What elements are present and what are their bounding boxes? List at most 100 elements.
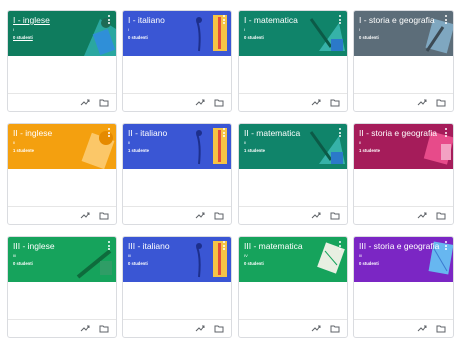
class-title[interactable]: II - inglese <box>13 128 98 138</box>
card-banner[interactable]: II - italiano II 1 studente <box>123 124 231 169</box>
trending-up-icon[interactable] <box>311 211 321 220</box>
trending-up-icon[interactable] <box>80 211 90 220</box>
card-banner[interactable]: I - italiano I 0 studenti <box>123 11 231 56</box>
card-banner[interactable]: II - matematica II 1 studente <box>239 124 347 169</box>
trending-up-icon[interactable] <box>417 98 427 107</box>
folder-icon[interactable] <box>214 324 224 333</box>
class-title[interactable]: III - storia e geografia <box>359 241 439 251</box>
more-vert-icon[interactable] <box>444 241 448 251</box>
card-footer <box>123 206 231 224</box>
card-footer <box>8 319 116 337</box>
more-vert-icon[interactable] <box>338 241 342 251</box>
class-card[interactable]: I - matematica I 0 studenti <box>238 10 348 112</box>
trending-up-icon[interactable] <box>195 211 205 220</box>
more-vert-icon[interactable] <box>444 128 448 138</box>
trending-up-icon[interactable] <box>417 324 427 333</box>
more-vert-icon[interactable] <box>107 241 111 251</box>
card-banner[interactable]: III - storia e geografia III 0 studenti <box>354 237 453 282</box>
class-title[interactable]: I - italiano <box>128 15 213 25</box>
student-count: 0 studenti <box>128 35 148 40</box>
class-card[interactable]: I - italiano I 0 studenti <box>122 10 232 112</box>
student-count: 1 studente <box>128 148 149 153</box>
class-card[interactable]: III - matematica IV 0 studenti <box>238 236 348 338</box>
card-footer <box>123 93 231 111</box>
card-footer <box>354 319 453 337</box>
student-count: 0 studenti <box>359 35 379 40</box>
class-section: I <box>244 27 246 32</box>
card-banner[interactable]: III - inglese III 0 studenti <box>8 237 116 282</box>
card-footer <box>354 206 453 224</box>
class-section: I <box>128 27 130 32</box>
trending-up-icon[interactable] <box>80 324 90 333</box>
class-section: III <box>359 253 363 258</box>
card-footer <box>239 319 347 337</box>
class-section: II <box>128 140 131 145</box>
card-footer <box>239 93 347 111</box>
class-title[interactable]: I - matematica <box>244 15 329 25</box>
folder-icon[interactable] <box>99 324 109 333</box>
more-vert-icon[interactable] <box>107 15 111 25</box>
card-banner[interactable]: III - italiano III 0 studenti <box>123 237 231 282</box>
class-card[interactable]: I - inglese I 0 studenti <box>7 10 117 112</box>
class-card[interactable]: III - italiano III 0 studenti <box>122 236 232 338</box>
more-vert-icon[interactable] <box>338 15 342 25</box>
trending-up-icon[interactable] <box>80 98 90 107</box>
student-count: 0 studenti <box>13 35 33 40</box>
class-section: II <box>244 140 247 145</box>
folder-icon[interactable] <box>214 98 224 107</box>
class-card[interactable]: II - inglese II 1 studente <box>7 123 117 225</box>
class-section: III <box>128 253 132 258</box>
trending-up-icon[interactable] <box>311 98 321 107</box>
folder-icon[interactable] <box>436 324 446 333</box>
folder-icon[interactable] <box>99 211 109 220</box>
folder-icon[interactable] <box>330 211 340 220</box>
folder-icon[interactable] <box>99 98 109 107</box>
student-count: 0 studenti <box>244 35 264 40</box>
student-count: 1 studente <box>13 148 34 153</box>
class-title[interactable]: III - matematica <box>244 241 329 251</box>
card-banner[interactable]: II - inglese II 1 studente <box>8 124 116 169</box>
more-vert-icon[interactable] <box>444 15 448 25</box>
more-vert-icon[interactable] <box>222 15 226 25</box>
class-card[interactable]: II - storia e geografia II 1 studente <box>353 123 454 225</box>
card-banner[interactable]: I - inglese I 0 studenti <box>8 11 116 56</box>
class-card[interactable]: I - storia e geografia I 0 studenti <box>353 10 454 112</box>
card-footer <box>8 93 116 111</box>
class-title[interactable]: II - italiano <box>128 128 213 138</box>
class-section: I <box>359 27 361 32</box>
class-title[interactable]: III - inglese <box>13 241 98 251</box>
more-vert-icon[interactable] <box>222 241 226 251</box>
card-banner[interactable]: II - storia e geografia II 1 studente <box>354 124 453 169</box>
class-title[interactable]: I - storia e geografia <box>359 15 435 25</box>
more-vert-icon[interactable] <box>107 128 111 138</box>
folder-icon[interactable] <box>330 324 340 333</box>
class-title[interactable]: I - inglese <box>13 15 98 25</box>
trending-up-icon[interactable] <box>195 98 205 107</box>
folder-icon[interactable] <box>330 98 340 107</box>
class-section: II <box>359 140 362 145</box>
class-card[interactable]: II - italiano II 1 studente <box>122 123 232 225</box>
student-count: 0 studenti <box>359 261 379 266</box>
class-section: IV <box>244 253 248 258</box>
more-vert-icon[interactable] <box>338 128 342 138</box>
card-footer <box>123 319 231 337</box>
trending-up-icon[interactable] <box>311 324 321 333</box>
folder-icon[interactable] <box>436 98 446 107</box>
card-banner[interactable]: I - storia e geografia I 0 studenti <box>354 11 453 56</box>
card-banner[interactable]: III - matematica IV 0 studenti <box>239 237 347 282</box>
class-section: III <box>13 253 17 258</box>
class-card[interactable]: II - matematica II 1 studente <box>238 123 348 225</box>
class-title[interactable]: II - matematica <box>244 128 329 138</box>
card-banner[interactable]: I - matematica I 0 studenti <box>239 11 347 56</box>
class-title[interactable]: II - storia e geografia <box>359 128 437 138</box>
more-vert-icon[interactable] <box>222 128 226 138</box>
trending-up-icon[interactable] <box>417 211 427 220</box>
folder-icon[interactable] <box>436 211 446 220</box>
student-count: 0 studenti <box>13 261 33 266</box>
class-title[interactable]: III - italiano <box>128 241 213 251</box>
student-count: 1 studente <box>359 148 380 153</box>
trending-up-icon[interactable] <box>195 324 205 333</box>
folder-icon[interactable] <box>214 211 224 220</box>
class-card[interactable]: III - storia e geografia III 0 studenti <box>353 236 454 338</box>
class-card[interactable]: III - inglese III 0 studenti <box>7 236 117 338</box>
